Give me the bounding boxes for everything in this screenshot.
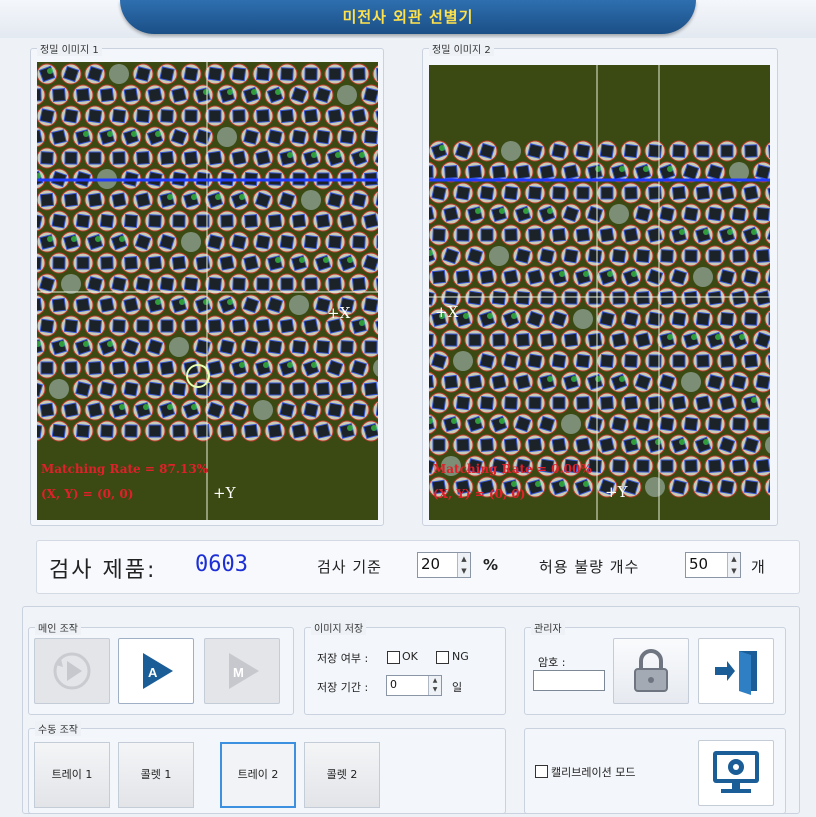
allow-defect-spinner[interactable]: 50 ▲ ▼ — [685, 552, 741, 578]
die-pattern — [429, 140, 770, 498]
criteria-unit: % — [483, 556, 500, 574]
password-input[interactable] — [533, 670, 605, 691]
tray-2-button[interactable]: 트레이 2 — [220, 742, 296, 808]
calibration-label: 캘리브레이션 모드 — [551, 766, 636, 779]
lock-button[interactable] — [613, 638, 689, 704]
collet-1-button[interactable]: 콜렛 1 — [118, 742, 194, 808]
allow-defect-value: 50 — [689, 555, 709, 573]
lock-icon — [634, 649, 668, 692]
title-tab: 미전사 외관 선별기 — [120, 0, 696, 34]
ng-label: NG — [452, 650, 469, 663]
product-value: 0603 — [195, 552, 248, 577]
exit-button[interactable] — [698, 638, 774, 704]
tray-1-button[interactable]: 트레이 1 — [34, 742, 110, 808]
calibration-checkbox[interactable] — [535, 765, 548, 778]
matching-rate-2: Matching Rate = 0.00% — [433, 462, 592, 476]
matching-rate-1: Matching Rate = 87.13% — [41, 462, 209, 476]
exit-door-icon — [715, 651, 757, 695]
calibration-button[interactable] — [698, 740, 774, 806]
image-save-label: 이미지 저장 — [311, 620, 367, 635]
ng-checkbox[interactable] — [436, 651, 449, 664]
ok-checkbox[interactable] — [387, 651, 400, 664]
y-axis-label-2: +Y — [605, 483, 628, 501]
save-period-value: 0 — [390, 678, 397, 691]
app-title: 미전사 외관 선별기 — [342, 8, 474, 26]
image-viewer-1[interactable]: Matching Rate = 87.13% (X, Y) = (0, 0) +… — [37, 62, 378, 520]
manual-play-button[interactable] — [34, 638, 110, 704]
criteria-label: 검사 기준 — [317, 558, 382, 576]
image-group-2-label: 정밀 이미지 2 — [429, 41, 494, 56]
product-label: 검사 제품: — [49, 558, 157, 583]
y-axis-label-1: +Y — [213, 484, 236, 502]
save-period-spinner[interactable]: 0 ▲ ▼ — [386, 675, 442, 696]
title-bar: 미전사 외관 선별기 — [0, 0, 816, 38]
auto-play-icon: A — [143, 653, 173, 689]
image-save-group: 이미지 저장 — [304, 620, 506, 715]
password-label: 암호 : — [538, 656, 566, 669]
criteria-spin-arrows-icon[interactable]: ▲ ▼ — [457, 553, 470, 577]
x-axis-label-2: +X — [435, 303, 459, 321]
allow-defect-unit: 개 — [751, 558, 766, 576]
admin-label: 관리자 — [531, 620, 565, 635]
allow-defect-label: 허용 불량 개수 — [539, 558, 640, 576]
auto-run-button[interactable]: A — [118, 638, 194, 704]
criteria-spinner[interactable]: 20 ▲ ▼ — [417, 552, 471, 578]
play-refresh-icon — [53, 652, 91, 690]
x-axis-label-1: +X — [327, 304, 351, 322]
coord-text-2: (X, Y) = (0, 0) — [433, 487, 526, 501]
svg-text:M: M — [233, 665, 244, 680]
allow-spin-arrows-icon[interactable]: ▲ ▼ — [727, 553, 740, 577]
collet-2-button[interactable]: 콜렛 2 — [304, 742, 380, 808]
manual-mode-button[interactable]: M — [204, 638, 280, 704]
manual-ops-label: 수동 조작 — [35, 721, 81, 736]
image-group-1-label: 정밀 이미지 1 — [37, 41, 102, 56]
image-viewer-2[interactable]: Matching Rate = 0.00% (X, Y) = (0, 0) +X… — [429, 65, 770, 520]
main-ops-label: 메인 조작 — [35, 620, 81, 635]
ok-label: OK — [402, 650, 418, 663]
save-period-label: 저장 기간 : — [317, 681, 369, 694]
monitor-settings-icon — [713, 751, 759, 793]
criteria-value: 20 — [421, 555, 441, 573]
coord-text-1: (X, Y) = (0, 0) — [41, 487, 134, 501]
svg-text:A: A — [148, 665, 158, 680]
save-period-unit: 일 — [452, 681, 463, 694]
inspection-info-bar: 검사 제품: 0603 검사 기준 20 ▲ ▼ % 허용 불량 개수 50 ▲ ▼… — [36, 540, 800, 594]
save-flag-label: 저장 여부 : — [317, 652, 369, 665]
period-spin-arrows-icon[interactable]: ▲ ▼ — [428, 676, 441, 695]
manual-play-icon: M — [229, 653, 259, 689]
